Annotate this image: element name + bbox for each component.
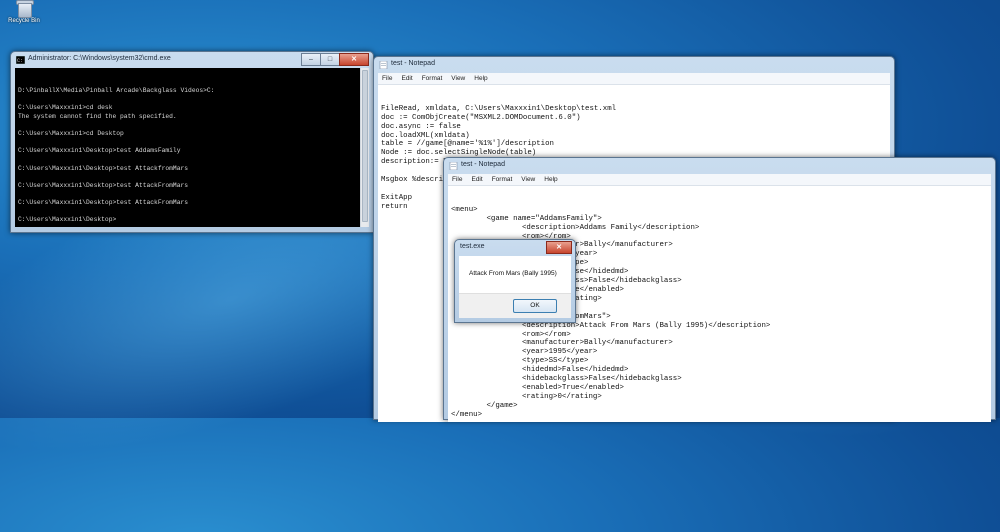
console-line: ​ — [18, 156, 366, 165]
notepad-icon — [449, 162, 458, 170]
console-line: C:\Users\Maxxxin1>cd desk — [18, 104, 113, 112]
editor-line: doc.loadXML(xmldata) — [381, 131, 470, 140]
console-line: ​ — [18, 139, 366, 148]
notepad-xml-menubar: File Edit Format View Help — [448, 174, 991, 186]
menu-format[interactable]: Format — [492, 174, 513, 185]
editor-line: doc := ComObjCreate("MSXML2.DOMDocument.… — [381, 113, 581, 122]
editor-line: <game name="AddamsFamily"> — [451, 214, 602, 223]
minimize-button[interactable]: – — [301, 53, 321, 66]
menu-edit[interactable]: Edit — [401, 73, 412, 84]
ok-button[interactable]: OK — [513, 299, 557, 313]
notepad-script-titlebar[interactable]: test - Notepad — [374, 57, 894, 73]
editor-line: <description>Addams Family</description> — [451, 223, 700, 232]
editor-line: FileRead, xmldata, C:\Users\Maxxxin1\Des… — [381, 104, 617, 113]
message-box-title: test.exe — [460, 243, 485, 250]
console-output[interactable]: D:\PinballX\Media\Pinball Arcade\Backgla… — [15, 68, 369, 227]
editor-line: <enabled>True</enabled> — [451, 383, 624, 392]
console-line: ​ — [18, 190, 366, 199]
notepad-icon — [379, 61, 388, 69]
editor-line: <hidedmd>False</hidedmd> — [451, 366, 629, 375]
menu-file[interactable]: File — [382, 73, 392, 84]
svg-text:C:: C: — [17, 58, 23, 64]
notepad-xml-titlebar[interactable]: test - Notepad — [444, 158, 995, 174]
menu-format[interactable]: Format — [422, 73, 443, 84]
menu-view[interactable]: View — [521, 174, 535, 185]
cmd-titlebar[interactable]: C: Administrator: C:\Windows\system32\cm… — [11, 52, 373, 68]
notepad-script-menubar: File Edit Format View Help — [378, 73, 890, 85]
console-line: ​ — [18, 208, 366, 217]
menu-help[interactable]: Help — [544, 174, 557, 185]
cmd-title: Administrator: C:\Windows\system32\cmd.e… — [28, 55, 171, 62]
editor-line: <rating>0</rating> — [451, 392, 602, 401]
console-line: ​ — [18, 122, 366, 131]
console-icon: C: — [16, 56, 25, 64]
close-button[interactable]: ✕ — [339, 53, 369, 66]
editor-line: <year>1995</year> — [451, 348, 598, 357]
message-box-body: Attack From Mars (Bally 1995) OK — [459, 256, 571, 318]
message-box[interactable]: test.exe ✕ Attack From Mars (Bally 1995)… — [454, 239, 576, 323]
console-line: C:\Users\Maxxxin1\Desktop>test AddamsFam… — [18, 147, 181, 155]
menu-view[interactable]: View — [451, 73, 465, 84]
message-box-titlebar[interactable]: test.exe ✕ — [455, 240, 575, 256]
console-line: D:\PinballX\Media\Pinball Arcade\Backgla… — [18, 87, 215, 95]
notepad-xml-title: test - Notepad — [461, 161, 505, 168]
recycle-bin-label: Recycle Bin — [8, 18, 40, 24]
console-line: C:\Users\Maxxxin1\Desktop>test AttackFro… — [18, 181, 189, 189]
editor-line: doc.async := false — [381, 122, 461, 131]
menu-help[interactable]: Help — [474, 73, 487, 84]
console-line: C:\Users\Maxxxin1>cd Desktop — [18, 130, 124, 138]
message-box-close-button[interactable]: ✕ — [546, 241, 572, 254]
message-box-text: Attack From Mars (Bally 1995) — [469, 270, 557, 277]
console-line: C:\Users\Maxxxin1\Desktop>test AttackFro… — [18, 198, 189, 206]
editor-line: <rom></rom> — [451, 330, 571, 339]
editor-line: <type>SS</type> — [451, 357, 589, 366]
console-line: ​ — [18, 173, 366, 182]
cmd-window[interactable]: C: Administrator: C:\Windows\system32\cm… — [10, 51, 374, 233]
maximize-button[interactable]: □ — [320, 53, 340, 66]
notepad-script-title: test - Notepad — [391, 60, 435, 67]
editor-line: table = //game[@name='%1%']/description — [381, 140, 554, 149]
editor-line: <manufacturer>Bally</manufacturer> — [451, 339, 673, 348]
menu-file[interactable]: File — [452, 174, 462, 185]
console-line: The system cannot find the path specifie… — [18, 112, 177, 120]
editor-line: <menu> — [451, 205, 478, 214]
editor-line: </game> — [451, 401, 518, 410]
editor-line: </menu> — [451, 410, 483, 419]
menu-edit[interactable]: Edit — [471, 174, 482, 185]
console-line: C:\Users\Maxxxin1\Desktop>test Attackfro… — [18, 164, 189, 172]
message-box-button-area: OK — [459, 293, 571, 318]
console-line: ​ — [18, 96, 366, 105]
recycle-bin-icon — [15, 0, 34, 18]
console-scrollbar[interactable] — [360, 68, 369, 227]
console-line: C:\Users\Maxxxin1\Desktop> — [18, 216, 117, 224]
recycle-bin-shortcut[interactable]: Recycle Bin — [2, 0, 46, 24]
editor-line: <hidebackglass>False</hidebackglass> — [451, 375, 682, 384]
